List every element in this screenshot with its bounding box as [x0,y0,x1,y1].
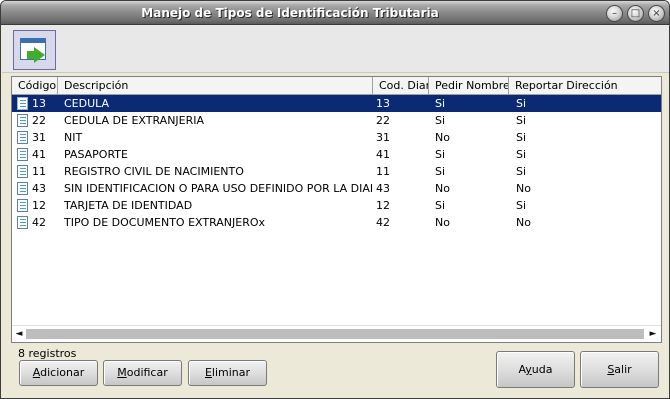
document-icon [17,199,28,212]
scroll-left-arrow-icon[interactable]: ◄ [14,328,24,340]
cell-descripcion: TARJETA DE IDENTIDAD [64,199,193,212]
cell-reportar-direccion: Si [516,97,527,110]
adicionar-button[interactable]: Adicionar [19,360,98,386]
cell-cod-dian: 43 [376,182,390,195]
cell-reportar-direccion: Si [516,148,527,161]
cell-cod-dian: 12 [376,199,390,212]
table-row[interactable]: 13 CEDULA 13 Si Si [12,95,661,112]
record-count: 8 registros [18,347,77,360]
minimize-button[interactable]: – [606,5,623,22]
cell-cod-dian: 41 [376,148,390,161]
cell-cod-dian: 11 [376,165,390,178]
close-button[interactable]: × [648,5,665,22]
document-icon [17,148,28,161]
table-row[interactable]: 31 NIT 31 No Si [12,129,661,146]
salir-button[interactable]: Salir [580,351,659,388]
data-grid[interactable]: Código Descripción Cod. Dian Pedir Nombr… [11,76,662,343]
cell-descripcion: SIN IDENTIFICACION O PARA USO DEFINIDO P… [64,182,372,195]
column-header-reportar-direccion[interactable]: Reportar Dirección [509,77,661,95]
document-icon [17,97,28,110]
cell-codigo: 42 [32,216,46,229]
window-go-icon[interactable] [13,30,56,70]
cell-cod-dian: 13 [376,97,390,110]
cell-reportar-direccion: Si [516,114,527,127]
cell-pedir-nombres: No [435,131,450,144]
cell-descripcion: CEDULA DE EXTRANJERIA [64,114,205,127]
cell-pedir-nombres: No [435,216,450,229]
cell-pedir-nombres: Si [435,114,446,127]
horizontal-scrollbar[interactable]: ◄ ► [12,325,661,342]
cell-descripcion: CEDULA [64,97,110,110]
cell-codigo: 22 [32,114,46,127]
cell-cod-dian: 31 [376,131,390,144]
eliminar-label: liminar [211,366,251,379]
scroll-right-arrow-icon[interactable]: ► [648,328,658,340]
document-icon [17,182,28,195]
cell-reportar-direccion: Si [516,131,527,144]
cell-pedir-nombres: Si [435,97,446,110]
table-row[interactable]: 42 TIPO DE DOCUMENTO EXTRANJEROx 42 No No [12,214,661,231]
modificar-button[interactable]: Modificar [103,360,182,386]
salir-label: alir [614,363,632,376]
column-header-codigo[interactable]: Código [12,77,58,95]
cell-reportar-direccion: Si [516,199,527,212]
cell-codigo: 13 [32,97,46,110]
grid-header: Código Descripción Cod. Dian Pedir Nombr… [12,77,661,95]
column-header-pedir-nombres[interactable]: Pedir Nombres [429,77,509,95]
cell-pedir-nombres: Si [435,199,446,212]
table-row[interactable]: 11 REGISTRO CIVIL DE NACIMIENTO 11 Si Si [12,163,661,180]
ayuda-label: uda [531,363,553,376]
cell-cod-dian: 42 [376,216,390,229]
cell-pedir-nombres: Si [435,165,446,178]
document-icon [17,114,28,127]
cell-reportar-direccion: Si [516,165,527,178]
adicionar-mnemonic: A [32,366,41,379]
document-icon [17,165,28,178]
cell-codigo: 31 [32,131,46,144]
main-window: Manejo de Tipos de Identificación Tribut… [0,0,670,399]
cell-descripcion: TIPO DE DOCUMENTO EXTRANJEROx [64,216,266,229]
column-header-descripcion[interactable]: Descripción [58,77,373,95]
document-icon [17,216,28,229]
arrow-head [34,47,45,63]
ayuda-button[interactable]: Ayuda [496,351,575,388]
adicionar-label: dicionar [40,366,85,379]
document-icon [17,131,28,144]
cell-pedir-nombres: No [435,182,450,195]
cell-descripcion: REGISTRO CIVIL DE NACIMIENTO [64,165,244,178]
cell-codigo: 11 [32,165,46,178]
title-bar[interactable]: Manejo de Tipos de Identificación Tribut… [1,1,669,25]
modificar-mnemonic: M [117,366,127,379]
cell-codigo: 41 [32,148,46,161]
cell-codigo: 43 [32,182,46,195]
column-header-cod-dian[interactable]: Cod. Dian [373,77,429,95]
eliminar-mnemonic: E [204,366,212,379]
cell-descripcion: NIT [64,131,83,144]
table-row[interactable]: 43 SIN IDENTIFICACION O PARA USO DEFINIDO… [12,180,661,197]
cell-pedir-nombres: Si [435,148,446,161]
cell-reportar-direccion: No [516,216,531,229]
cell-cod-dian: 22 [376,114,390,127]
toolbar [2,25,669,73]
eliminar-button[interactable]: Eliminar [188,360,267,386]
cell-codigo: 12 [32,199,46,212]
maximize-button[interactable]: □ [627,5,644,22]
table-row[interactable]: 41 PASAPORTE 41 Si Si [12,146,661,163]
table-row[interactable]: 22 CEDULA DE EXTRANJERIA 22 Si Si [12,112,661,129]
window-title: Manejo de Tipos de Identificación Tribut… [141,6,439,20]
cell-descripcion: PASAPORTE [64,148,128,161]
cell-reportar-direccion: No [516,182,531,195]
scroll-thumb[interactable] [26,329,644,339]
table-row[interactable]: 12 TARJETA DE IDENTIDAD 12 Si Si [12,197,661,214]
modificar-label: odificar [126,366,168,379]
